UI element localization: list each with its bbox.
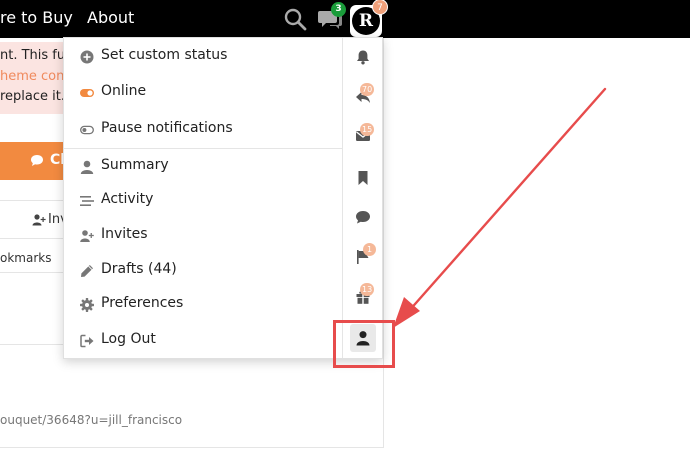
menu-item-activity[interactable]: Activity (64, 186, 342, 216)
divider (0, 200, 64, 201)
menu-rail-divider (342, 38, 343, 358)
user-plus-icon (80, 230, 94, 242)
plus-circle-icon (80, 50, 94, 64)
avatar-notification-badge: 7 (372, 0, 388, 15)
menu-item-label: Preferences (101, 295, 184, 311)
menu-item-label: Set custom status (101, 47, 228, 63)
pencil-icon (81, 265, 93, 277)
user-menu: Set custom status Online Pause notificat… (63, 37, 383, 359)
toggle-on-icon (80, 89, 94, 97)
menu-item-label: Summary (101, 157, 169, 173)
bell-icon[interactable] (355, 49, 371, 65)
cog-icon (80, 298, 94, 312)
menu-item-online[interactable]: Online (64, 78, 342, 108)
divider (0, 272, 64, 273)
menu-item-invites[interactable]: Invites (64, 221, 342, 251)
invite-url: ouquet/36648?u=jill_francisco (0, 413, 183, 427)
user-icon (80, 160, 94, 174)
notice-link[interactable]: heme con (0, 69, 64, 84)
messages-count-badge: 15 (360, 123, 375, 136)
bookmark-icon[interactable] (355, 170, 371, 186)
search-icon[interactable] (283, 7, 307, 31)
menu-item-label: Drafts (44) (101, 261, 177, 277)
replies-count-badge: 70 (360, 83, 375, 96)
notice-line: replace it. (0, 89, 66, 104)
comment-icon[interactable] (355, 209, 371, 225)
menu-item-summary[interactable]: Summary (64, 152, 342, 182)
notice-banner: nt. This fun heme con replace it. (0, 42, 73, 114)
flags-count-badge: 1 (363, 243, 376, 256)
badges-count-badge: 13 (360, 283, 375, 296)
menu-separator (64, 148, 342, 149)
chat-button[interactable]: Cl (0, 142, 70, 180)
comment-icon (31, 155, 43, 166)
menu-item-label: Pause notifications (101, 120, 233, 136)
menu-item-preferences[interactable]: Preferences (64, 290, 342, 320)
site-header: re to Buy About 3 R 7 (0, 0, 690, 38)
panel-border (383, 38, 384, 448)
menu-item-log-out[interactable]: Log Out (64, 326, 342, 356)
nav-link-where-to-buy[interactable]: re to Buy (0, 8, 73, 27)
annotation-highlight-box (333, 320, 395, 368)
stream-icon (80, 196, 94, 206)
menu-item-drafts[interactable]: Drafts (44) (64, 256, 342, 286)
menu-item-pause-notifications[interactable]: Pause notifications (64, 115, 342, 145)
panel-border (0, 447, 384, 448)
menu-item-set-custom-status[interactable]: Set custom status (64, 42, 342, 72)
toggle-off-icon (80, 125, 94, 135)
menu-item-label: Invites (101, 226, 148, 242)
chat-count-badge: 3 (331, 2, 346, 17)
sign-out-icon (80, 334, 94, 348)
tab-bookmarks[interactable]: okmarks (0, 251, 51, 265)
menu-item-label: Activity (101, 191, 154, 207)
user-plus-icon (32, 214, 46, 226)
nav-link-about[interactable]: About (87, 8, 134, 27)
menu-item-label: Log Out (101, 331, 156, 347)
menu-item-label: Online (101, 83, 147, 99)
divider (0, 238, 64, 239)
